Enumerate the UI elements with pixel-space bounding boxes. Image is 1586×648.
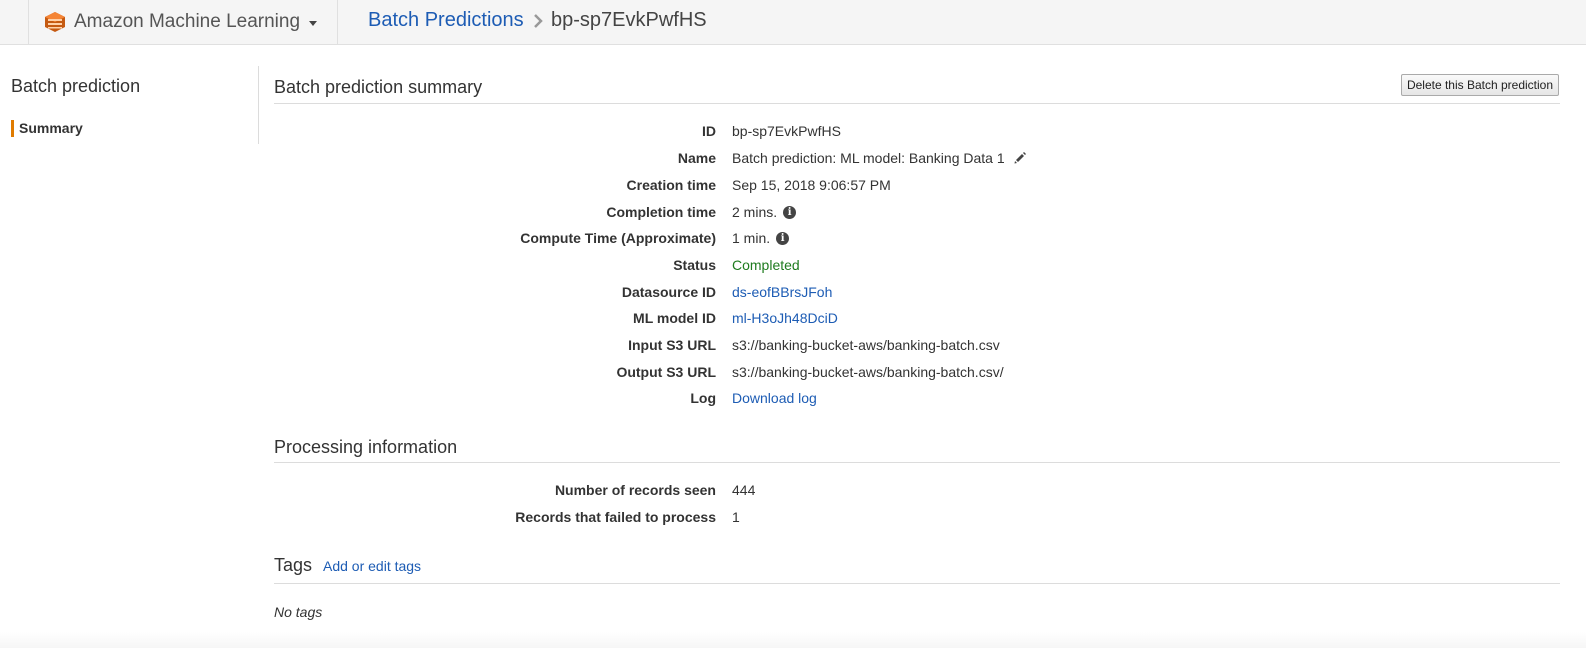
field-value-container: 1 min. i xyxy=(732,228,790,248)
field-label: Compute Time (Approximate) xyxy=(520,230,716,246)
delete-batch-prediction-button[interactable]: Delete this Batch prediction xyxy=(1401,74,1559,96)
field-label: Completion time xyxy=(606,204,716,220)
field-row-records-failed: Records that failed to process 1 xyxy=(274,507,1274,527)
field-value: Sep 15, 2018 9:06:57 PM xyxy=(732,177,891,193)
field-label: Datasource ID xyxy=(621,284,716,300)
status-value: Completed xyxy=(732,257,800,273)
pencil-edit-icon[interactable] xyxy=(1013,151,1027,165)
field-row-status: Status Completed xyxy=(274,255,1274,275)
summary-section-title: Batch prediction summary xyxy=(274,77,483,97)
download-log-link[interactable]: Download log xyxy=(732,388,817,408)
nav-divider xyxy=(337,0,338,44)
aws-machine-learning-icon xyxy=(45,12,65,32)
field-row-output-s3-url: Output S3 URL s3://banking-bucket-aws/ba… xyxy=(274,362,1274,382)
field-value: s3://banking-bucket-aws/banking-batch.cs… xyxy=(732,364,1004,380)
service-name[interactable]: Amazon Machine Learning xyxy=(74,11,300,33)
sidebar-title: Batch prediction xyxy=(11,76,141,96)
field-row-input-s3-url: Input S3 URL s3://banking-bucket-aws/ban… xyxy=(274,335,1274,355)
field-label: ML model ID xyxy=(633,310,716,326)
field-row-compute-time: Compute Time (Approximate) 1 min. i xyxy=(274,228,1274,248)
add-edit-tags-link[interactable]: Add or edit tags xyxy=(323,558,421,574)
field-value: 1 min. xyxy=(732,230,771,246)
datasource-id-link[interactable]: ds-eofBBrsJFoh xyxy=(732,282,832,302)
field-row-ml-model-id: ML model ID ml-H3oJh48DciD xyxy=(274,308,1274,328)
field-value: bp-sp7EvkPwfHS xyxy=(732,123,841,139)
field-row-id: ID bp-sp7EvkPwfHS xyxy=(274,121,1274,141)
section-divider xyxy=(274,583,1560,584)
nav-left-edge xyxy=(0,0,29,44)
page-bottom-edge xyxy=(0,632,1586,648)
ml-model-id-link[interactable]: ml-H3oJh48DciD xyxy=(732,308,838,328)
sidebar: Batch prediction Summary xyxy=(0,66,259,144)
tags-section-title: Tags xyxy=(274,555,313,575)
field-row-completion-time: Completion time 2 mins. i xyxy=(274,202,1274,222)
breadcrumb-batch-predictions[interactable]: Batch Predictions xyxy=(368,9,524,32)
field-label: Status xyxy=(673,257,716,273)
service-menu[interactable]: Amazon Machine Learning xyxy=(44,8,318,36)
field-value-container: 2 mins. i xyxy=(732,202,797,222)
field-row-creation-time: Creation time Sep 15, 2018 9:06:57 PM xyxy=(274,175,1274,195)
field-label: Name xyxy=(677,150,716,166)
field-row-log: Log Download log xyxy=(274,388,1274,408)
chevron-down-icon[interactable] xyxy=(309,21,318,26)
field-row-name: Name Batch prediction: ML model: Banking… xyxy=(274,148,1274,168)
field-label: Number of records seen xyxy=(554,482,716,498)
field-label: ID xyxy=(702,123,716,139)
field-value: 444 xyxy=(732,482,756,498)
field-value: s3://banking-bucket-aws/banking-batch.cs… xyxy=(732,337,1000,353)
field-value: Batch prediction: ML model: Banking Data… xyxy=(732,150,1005,166)
field-value-container: Batch prediction: ML model: Banking Data… xyxy=(732,148,1027,168)
sidebar-item-summary[interactable]: Summary xyxy=(11,120,83,137)
chevron-right-icon xyxy=(534,14,543,28)
info-icon[interactable]: i xyxy=(776,231,790,245)
field-row-records-seen: Number of records seen 444 xyxy=(274,480,1274,500)
section-divider xyxy=(274,103,1560,104)
section-divider xyxy=(274,462,1560,463)
breadcrumb-current: bp-sp7EvkPwfHS xyxy=(551,9,707,31)
no-tags-text: No tags xyxy=(274,604,323,620)
field-label: Creation time xyxy=(626,177,716,193)
field-row-datasource-id: Datasource ID ds-eofBBrsJFoh xyxy=(274,282,1274,302)
field-value: 2 mins. xyxy=(732,204,778,220)
info-icon[interactable]: i xyxy=(783,205,797,219)
field-label: Log xyxy=(690,390,716,406)
field-value: 1 xyxy=(732,509,740,525)
top-navigation-bar: Amazon Machine Learning Batch Prediction… xyxy=(0,0,1586,45)
processing-section-title: Processing information xyxy=(274,437,458,457)
field-label: Records that failed to process xyxy=(515,509,716,525)
field-label: Output S3 URL xyxy=(616,364,716,380)
field-label: Input S3 URL xyxy=(628,337,716,353)
